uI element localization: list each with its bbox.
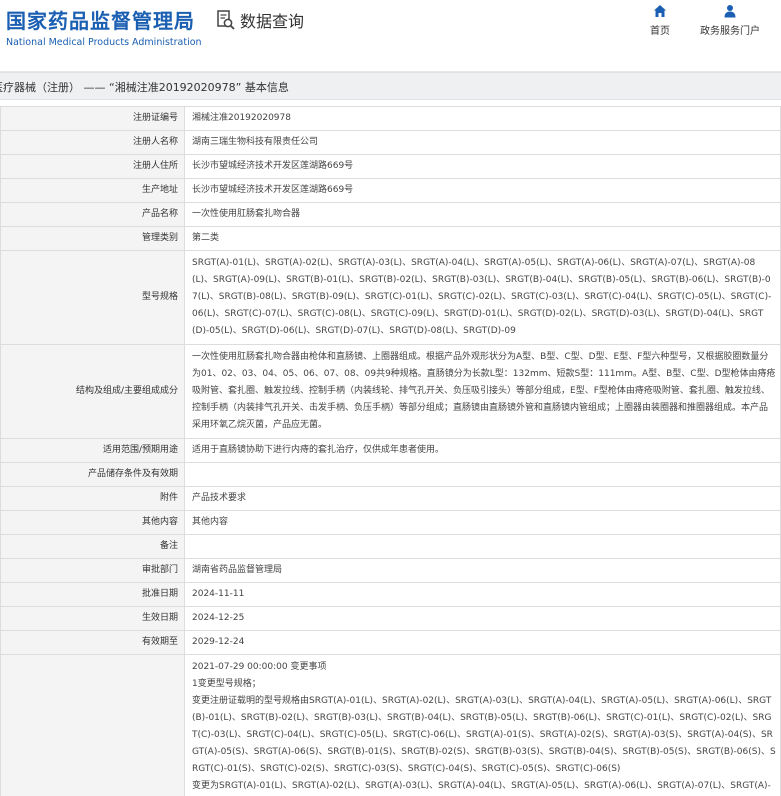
row-value: 长沙市望城经济技术开发区莲湖路669号 [184, 154, 781, 179]
nav-gov-label: 政务服务门户 [700, 26, 760, 37]
row-value [184, 462, 781, 487]
row-value: 湖南省药品监督管理局 [184, 558, 781, 583]
nav-gov-service[interactable]: 政务服务门户 [700, 4, 760, 37]
row-label: 注册人名称 [0, 130, 185, 155]
change-history-row: 2021-07-29 00:00:00 变更事项 1变更型号规格； 变更注册证载… [0, 654, 781, 796]
user-icon [723, 4, 737, 18]
row-value: 一次性使用肛肠套扎吻合器 [184, 202, 781, 227]
table-row: 型号规格 SRGT(A)-01(L)、SRGT(A)-02(L)、SRGT(A)… [0, 250, 781, 345]
page-title: 数据查询 [216, 8, 304, 32]
row-label: 有效期至 [0, 630, 185, 655]
table-row: 结构及组成/主要组成成分 一次性使用肛肠套扎吻合器由枪体和直肠镜、上圈器组成。根… [0, 344, 781, 439]
row-value: 其他内容 [184, 510, 781, 535]
row-label: 审批部门 [0, 558, 185, 583]
row-label: 产品储存条件及有效期 [0, 462, 185, 487]
table-row: 批准日期 2024-11-11 [0, 582, 781, 607]
table-row: 生效日期 2024-12-25 [0, 606, 781, 631]
row-label: 适用范围/预期用途 [0, 438, 185, 463]
row-value: 2029-12-24 [184, 630, 781, 655]
table-row: 审批部门 湖南省药品监督管理局 [0, 558, 781, 583]
change-timestamp: 2021-07-29 00:00:00 变更事项 [192, 662, 327, 672]
home-icon [653, 4, 667, 18]
row-label [0, 654, 185, 796]
breadcrumb-text: 医疗器械（注册） —— “湘械注准20192020978” 基本信息 [0, 81, 289, 94]
nmpa-logo[interactable]: 国家药品监督管理局 National Medical Products Admi… [6, 5, 202, 48]
change-after: 变更为SRGT(A)-01(L)、SRGT(A)-02(L)、SRGT(A)-0… [192, 781, 771, 791]
row-label: 批准日期 [0, 582, 185, 607]
table-row: 有效期至 2029-12-24 [0, 630, 781, 655]
row-value: 适用于直肠镜协助下进行内痔的套扎治疗，仅供成年患者使用。 [184, 438, 781, 463]
row-label: 结构及组成/主要组成成分 [0, 344, 185, 439]
table-row: 其他内容 其他内容 [0, 510, 781, 535]
row-value: 长沙市望城经济技术开发区莲湖路669号 [184, 178, 781, 203]
row-label: 注册人住所 [0, 154, 185, 179]
row-label: 备注 [0, 534, 185, 559]
table-row: 产品储存条件及有效期 [0, 462, 781, 487]
page-title-text: 数据查询 [240, 12, 305, 31]
row-value [184, 534, 781, 559]
table-row: 适用范围/预期用途 适用于直肠镜协助下进行内痔的套扎治疗，仅供成年患者使用。 [0, 438, 781, 463]
row-label: 生效日期 [0, 606, 185, 631]
table-row: 注册证编号 湘械注准20192020978 [0, 106, 781, 131]
change-before: 变更注册证载明的型号规格由SRGT(A)-01(L)、SRGT(A)-02(L)… [192, 696, 776, 774]
table-row: 注册人名称 湖南三瑞生物科技有限责任公司 [0, 130, 781, 155]
table-row: 生产地址 长沙市望城经济技术开发区莲湖路669号 [0, 178, 781, 203]
table-row: 注册人住所 长沙市望城经济技术开发区莲湖路669号 [0, 154, 781, 179]
row-label: 型号规格 [0, 250, 185, 345]
row-value: 2024-12-25 [184, 606, 781, 631]
search-document-icon [216, 9, 236, 31]
row-label: 附件 [0, 486, 185, 511]
row-label: 注册证编号 [0, 106, 185, 131]
row-value: 湘械注准20192020978 [184, 106, 781, 131]
registration-info-table: 注册证编号 湘械注准20192020978 注册人名称 湖南三瑞生物科技有限责任… [0, 106, 781, 796]
site-header: 国家药品监督管理局 National Medical Products Admi… [0, 0, 781, 72]
table-row: 管理类别 第二类 [0, 226, 781, 251]
row-label: 生产地址 [0, 178, 185, 203]
row-label: 其他内容 [0, 510, 185, 535]
row-value: SRGT(A)-01(L)、SRGT(A)-02(L)、SRGT(A)-03(L… [184, 250, 781, 345]
change-history: 2021-07-29 00:00:00 变更事项 1变更型号规格； 变更注册证载… [184, 654, 781, 796]
nav-home[interactable]: 首页 [650, 4, 670, 37]
logo-title-en: National Medical Products Administration [6, 37, 202, 48]
change-item: 1变更型号规格； [192, 679, 261, 689]
row-value: 湖南三瑞生物科技有限责任公司 [184, 130, 781, 155]
table-row: 附件 产品技术要求 [0, 486, 781, 511]
row-value: 2024-11-11 [184, 582, 781, 607]
breadcrumb: 医疗器械（注册） —— “湘械注准20192020978” 基本信息 [0, 72, 781, 100]
nav-home-label: 首页 [650, 26, 670, 37]
row-value: 一次性使用肛肠套扎吻合器由枪体和直肠镜、上圈器组成。根据产品外观形状分为A型、B… [184, 344, 781, 439]
table-row: 备注 [0, 534, 781, 559]
row-value: 第二类 [184, 226, 781, 251]
row-label: 产品名称 [0, 202, 185, 227]
logo-title-cn: 国家药品监督管理局 [6, 9, 195, 33]
table-row: 产品名称 一次性使用肛肠套扎吻合器 [0, 202, 781, 227]
row-label: 管理类别 [0, 226, 185, 251]
row-value: 产品技术要求 [184, 486, 781, 511]
